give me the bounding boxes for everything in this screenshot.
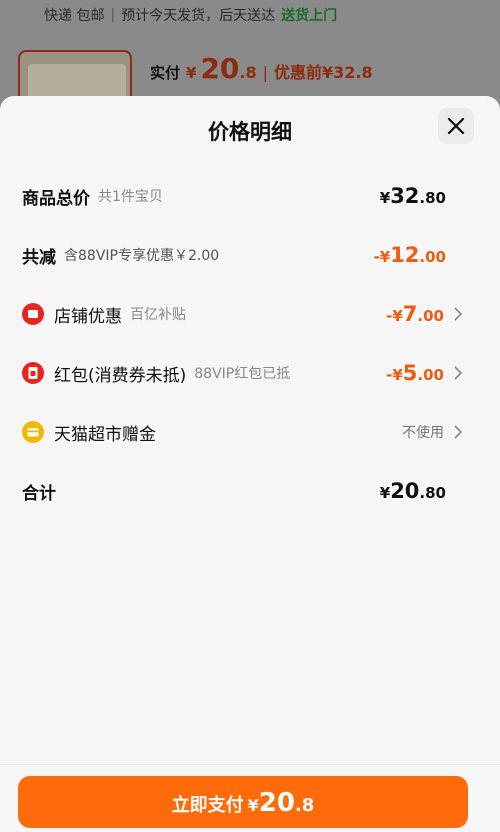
store-discount-label: 店铺优惠 [54,306,122,327]
price-separator: | [262,63,269,82]
sum-amount: ¥ 20 .80 [380,479,446,503]
row-sum: 合计 ¥ 20 .80 [0,469,500,513]
actual-pay-dec: .8 [239,63,257,82]
before-discount-price: 优惠前¥32.8 [274,63,373,82]
red-packet-int: 5 [402,361,418,385]
red-packet-amount: -¥ 5 .00 [386,361,444,385]
close-icon [447,117,465,135]
shipping-separator: | [110,7,116,23]
background-price: 实付 ¥ 20 .8 | 优惠前¥32.8 [150,52,373,86]
tmall-gift-value: 不使用 [402,422,444,442]
goods-total-int: 32 [390,184,420,208]
goods-total-amount: ¥ 32 .80 [380,184,446,208]
pay-now-button[interactable]: 立即支付 ¥ 20 .8 [18,776,468,828]
row-goods-total: 商品总价 共1件宝贝 ¥ 32 .80 [0,174,500,218]
store-discount-int: 7 [402,302,418,326]
row-total-reduction: 共减 含88VIP专享优惠￥2.00 -¥ 12 .00 [0,233,500,277]
price-detail-sheet: 价格明细 商品总价 共1件宝贝 ¥ 32 .80 共减 含88VIP专享优惠￥2… [0,96,500,832]
reduction-detail: 含88VIP专享优惠￥2.00 [64,248,220,264]
store-discount-dec: .00 [417,307,444,325]
row-tmall-gift-money[interactable]: 天猫超市赠金 不使用 [0,410,500,454]
goods-count: 共1件宝贝 [98,189,163,205]
gift-money-icon [22,421,44,443]
reduction-label: 共减 [22,247,56,268]
row-red-packet[interactable]: 红包(消费券未抵) 88VIP红包已抵 -¥ 5 .00 [0,351,500,395]
red-packet-currency: -¥ [386,366,403,384]
store-discount-currency: -¥ [386,307,403,325]
chevron-right-icon [454,366,463,380]
store-discount-tag: 百亿补贴 [130,307,186,323]
sum-currency: ¥ [379,484,391,502]
pay-now-int: 20 [258,788,295,818]
footer-divider [0,764,500,765]
goods-total-dec: .80 [419,189,446,207]
pay-now-label: 立即支付 [171,795,244,816]
reduction-amount: -¥ 12 .00 [374,243,446,267]
shipping-method: 快递 包邮 [44,8,105,24]
reduction-dec: .00 [419,248,446,266]
row-store-discount[interactable]: 店铺优惠 百亿补贴 -¥ 7 .00 [0,292,500,336]
shipping-eta: 预计今天发货，后天送达 [121,8,276,24]
door-delivery-label: 送货上门 [281,8,338,24]
actual-pay-currency: ¥ [186,64,197,82]
sum-label: 合计 [22,483,56,504]
chevron-right-icon [454,307,463,321]
actual-pay-label: 实付 [150,64,181,82]
red-packet-label: 红包(消费券未抵) [54,365,187,386]
shipping-info: 快递 包邮 | 预计今天发货，后天送达 送货上门 [0,0,500,30]
pay-now-dec: .8 [294,795,315,816]
sheet-title: 价格明细 [208,120,292,144]
sum-int: 20 [390,479,420,503]
pay-now-currency: ¥ [247,796,259,815]
chevron-right-icon [454,425,463,439]
red-packet-dec: .00 [417,366,444,384]
actual-pay-int: 20 [200,52,240,85]
red-packet-tag: 88VIP红包已抵 [194,366,291,382]
close-button[interactable] [438,108,474,144]
reduction-currency: -¥ [373,248,391,266]
goods-total-label: 商品总价 [22,188,90,209]
store-discount-amount: -¥ 7 .00 [386,302,444,326]
tmall-gift-status: 不使用 [402,425,444,441]
sum-dec: .80 [419,484,446,502]
red-packet-icon [22,362,44,384]
store-coupon-icon [22,303,44,325]
goods-total-currency: ¥ [379,189,391,207]
tmall-gift-label: 天猫超市赠金 [54,424,156,445]
reduction-int: 12 [390,243,420,267]
